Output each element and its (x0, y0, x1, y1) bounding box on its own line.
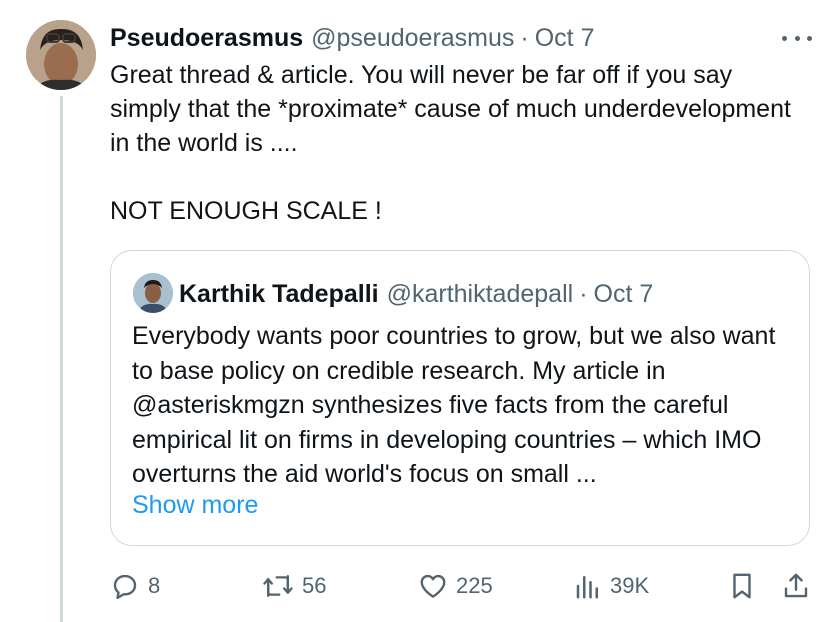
tweet-header: Pseudoerasmus @pseudoerasmus · Oct 7 (110, 22, 594, 54)
separator-dot: · (520, 23, 529, 52)
quoted-author-avatar[interactable] (133, 273, 173, 313)
share-icon (784, 573, 808, 598)
quoted-tweet-text: Everybody wants poor countries to grow, … (132, 322, 776, 488)
like-button[interactable]: 225 (418, 566, 493, 606)
view-count: 39K (610, 573, 650, 598)
quoted-separator-dot: · (579, 279, 588, 308)
repost-icon (263, 574, 293, 598)
quoted-author-handle[interactable]: @karthiktadepall (387, 280, 574, 309)
repost-button[interactable]: 56 (262, 566, 326, 606)
tweet-date[interactable]: Oct 7 (535, 24, 595, 53)
more-icon[interactable] (782, 26, 812, 50)
reply-count: 8 (148, 573, 161, 598)
tweet-text: Great thread & article. You will never b… (110, 61, 791, 225)
like-count: 225 (456, 573, 493, 598)
views-button[interactable]: 39K (574, 566, 649, 606)
author-avatar[interactable] (26, 20, 96, 90)
quoted-tweet-header: Karthik Tadepalli @karthiktadepall · Oct… (179, 277, 653, 311)
quoted-tweet-card[interactable]: Karthik Tadepalli @karthiktadepall · Oct… (110, 250, 810, 546)
quoted-tweet-date[interactable]: Oct 7 (594, 280, 654, 309)
share-button[interactable] (782, 566, 810, 606)
quoted-profile-photo-icon (133, 273, 173, 313)
bookmark-button[interactable] (728, 566, 756, 606)
action-bar: 8 56 225 39K (0, 566, 838, 606)
reply-icon (113, 574, 137, 600)
heart-icon (420, 574, 446, 598)
bookmark-icon (733, 573, 751, 599)
show-more-link[interactable]: Show more (132, 491, 258, 520)
analytics-icon (576, 576, 598, 599)
thread-line (60, 96, 63, 622)
quoted-author-name[interactable]: Karthik Tadepalli (179, 280, 379, 309)
profile-photo-icon (26, 20, 96, 90)
reply-button[interactable]: 8 (110, 566, 160, 606)
author-name[interactable]: Pseudoerasmus (110, 24, 303, 53)
repost-count: 56 (302, 573, 327, 598)
author-handle[interactable]: @pseudoerasmus (311, 24, 514, 53)
